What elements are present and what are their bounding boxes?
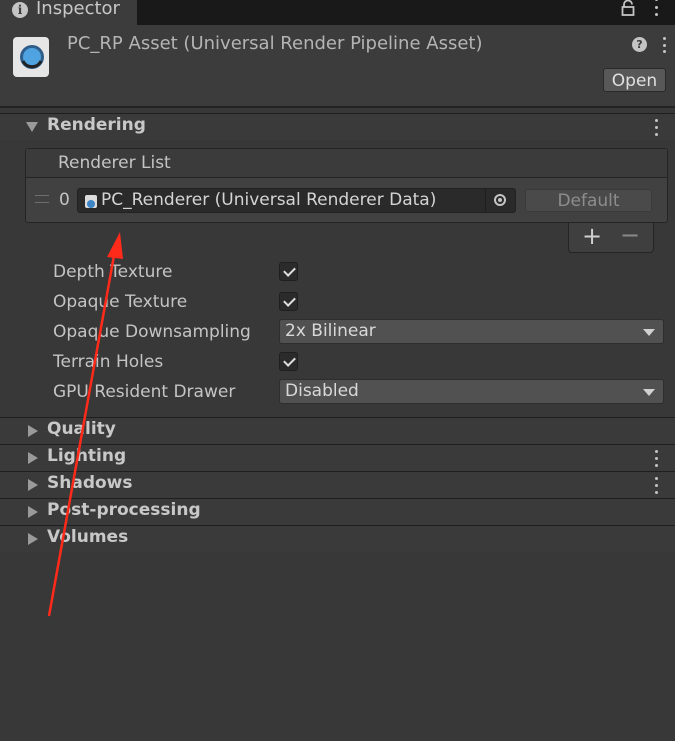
tab-inspector[interactable]: i Inspector: [0, 0, 137, 25]
open-button[interactable]: Open: [603, 68, 666, 92]
checkmark-icon: [283, 294, 296, 307]
opaque-texture-toggle[interactable]: [279, 292, 298, 311]
drag-handle-icon[interactable]: [35, 195, 49, 203]
asset-title: PC_RP Asset (Universal Render Pipeline A…: [67, 33, 483, 54]
section-label: Rendering: [47, 115, 146, 135]
depth-texture-label: Depth Texture: [53, 262, 173, 282]
foldout-collapsed-icon: [28, 533, 38, 545]
renderer-name: PC_Renderer (Universal Renderer Data): [101, 190, 437, 210]
header-menu-icon[interactable]: [659, 37, 669, 53]
render-pipeline-asset-icon: [13, 37, 49, 77]
add-renderer-button[interactable]: +: [582, 222, 602, 250]
dropdown-value: 2x Bilinear: [285, 321, 376, 341]
object-picker-dot: [498, 198, 502, 202]
set-default-button[interactable]: Default: [525, 189, 652, 212]
tab-label: Inspector: [36, 0, 120, 19]
opaque-downsampling-dropdown[interactable]: 2x Bilinear: [279, 319, 664, 344]
section-label: Volumes: [47, 527, 129, 547]
section-label: Quality: [47, 419, 116, 439]
section-menu-icon[interactable]: [651, 450, 661, 467]
help-icon[interactable]: ?: [632, 37, 647, 52]
section-lighting[interactable]: Lighting: [0, 444, 675, 471]
renderer-index: 0: [59, 190, 70, 210]
checkmark-icon: [283, 264, 296, 277]
foldout-collapsed-icon: [28, 506, 38, 518]
gpu-resident-drawer-dropdown[interactable]: Disabled: [279, 379, 664, 404]
opaque-texture-label: Opaque Texture: [53, 292, 188, 312]
section-label: Post-processing: [47, 500, 201, 520]
renderer-list-title: Renderer List: [58, 153, 171, 173]
terrain-holes-label: Terrain Holes: [53, 352, 164, 372]
foldout-collapsed-icon: [28, 452, 38, 464]
section-quality[interactable]: Quality: [0, 417, 675, 444]
gpu-resident-drawer-label: GPU Resident Drawer: [53, 382, 236, 402]
tab-menu-icon[interactable]: [651, 0, 661, 16]
section-label: Shadows: [47, 473, 133, 493]
section-menu-icon[interactable]: [651, 119, 661, 136]
section-label: Lighting: [47, 446, 127, 466]
foldout-expanded-icon: [26, 122, 38, 132]
checkmark-icon: [283, 354, 296, 367]
opaque-downsampling-label: Opaque Downsampling: [53, 322, 251, 342]
chevron-down-icon: [643, 389, 655, 396]
section-volumes[interactable]: Volumes: [0, 525, 675, 552]
chevron-down-icon: [643, 329, 655, 336]
section-menu-icon[interactable]: [651, 477, 661, 494]
renderer-data-icon: [85, 195, 97, 208]
section-rendering[interactable]: Rendering: [0, 113, 675, 140]
empty-inspector-area: [0, 552, 675, 741]
dropdown-value: Disabled: [285, 381, 359, 401]
depth-texture-toggle[interactable]: [279, 262, 298, 281]
terrain-holes-toggle[interactable]: [279, 352, 298, 371]
remove-renderer-button[interactable]: −: [620, 221, 640, 249]
foldout-collapsed-icon: [28, 425, 38, 437]
section-shadows[interactable]: Shadows: [0, 471, 675, 498]
info-icon: i: [12, 2, 28, 18]
lock-icon[interactable]: [621, 0, 635, 16]
section-post-processing[interactable]: Post-processing: [0, 498, 675, 525]
foldout-collapsed-icon: [28, 479, 38, 491]
list-add-remove-footer: [568, 223, 654, 253]
